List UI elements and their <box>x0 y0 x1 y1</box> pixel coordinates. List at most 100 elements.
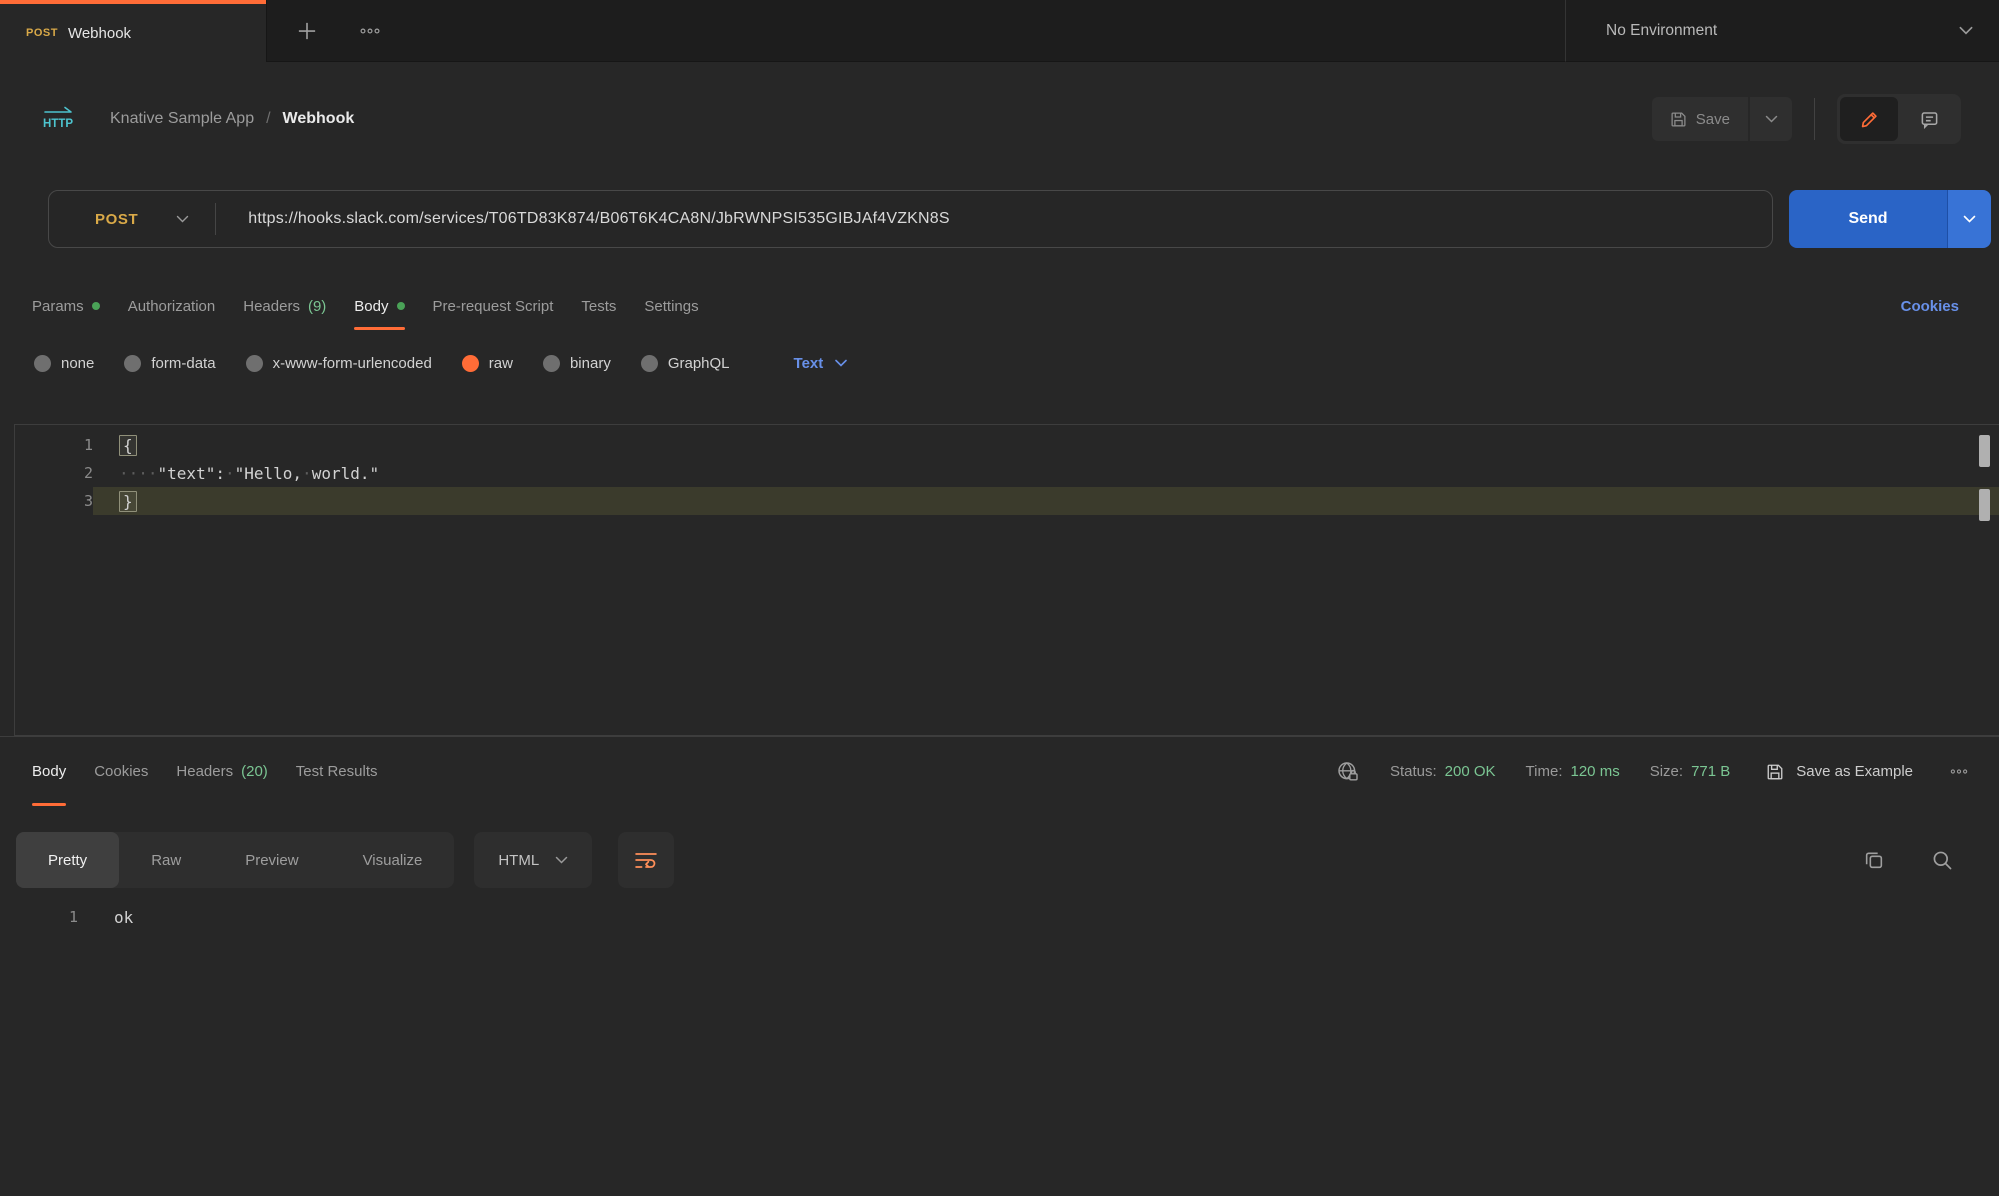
save-as-example-button[interactable]: Save as Example <box>1766 763 1913 781</box>
response-body-viewer[interactable]: 1ok <box>0 902 1999 932</box>
save-icon <box>1766 763 1784 781</box>
view-tab-preview[interactable]: Preview <box>213 832 330 888</box>
tab-label: Headers <box>176 763 233 780</box>
whitespace-dots: · <box>302 464 312 483</box>
network-info-button[interactable] <box>1336 760 1360 784</box>
save-as-example-label: Save as Example <box>1796 763 1913 780</box>
tab-count: (9) <box>308 298 326 315</box>
request-tab-body[interactable]: Body <box>340 282 418 330</box>
send-options-button[interactable] <box>1947 190 1991 248</box>
cookies-link[interactable]: Cookies <box>1901 298 1959 315</box>
comment-icon <box>1920 110 1939 129</box>
body-type-raw[interactable]: raw <box>462 355 513 372</box>
line-number: 2 <box>15 464 93 482</box>
wrap-lines-button[interactable] <box>618 832 674 888</box>
tab-label: Headers <box>243 298 300 315</box>
response-tab-body[interactable]: Body <box>18 737 80 806</box>
whitespace-dots: ···· <box>119 464 158 483</box>
tab-label: Body <box>354 298 388 315</box>
code-line[interactable]: 1{ <box>15 431 1999 459</box>
code-text: world." <box>312 464 379 483</box>
more-options-icon <box>359 27 381 35</box>
environment-selector[interactable]: No Environment <box>1565 0 1999 62</box>
tab-options-button[interactable] <box>359 27 381 35</box>
send-button[interactable]: Send <box>1789 190 1947 248</box>
view-tab-raw[interactable]: Raw <box>119 832 213 888</box>
response-view-tabs: PrettyRawPreviewVisualize <box>16 832 454 888</box>
method-dropdown[interactable]: POST <box>49 211 215 228</box>
send-split-button: Send <box>1789 190 1991 248</box>
tab-strip <box>266 0 1565 62</box>
more-options-icon <box>1949 768 1969 775</box>
body-type-form-data[interactable]: form-data <box>124 355 215 372</box>
request-tabs: Params Authorization Headers (9) Body Pre-req… <box>18 282 1959 330</box>
request-body-editor[interactable]: 1{2····"text":·"Hello,·world."3} <box>14 424 1999 736</box>
view-tab-pretty[interactable]: Pretty <box>16 832 119 888</box>
tab-label: Params <box>32 298 84 315</box>
chevron-down-icon <box>176 215 189 223</box>
response-tab-cookies[interactable]: Cookies <box>80 737 162 806</box>
tab-label: Settings <box>644 298 698 315</box>
tab-label: Tests <box>581 298 616 315</box>
time-label: Time: <box>1526 763 1563 780</box>
save-options-button[interactable] <box>1750 97 1792 141</box>
scrollbar-marker[interactable] <box>1979 489 1990 521</box>
chevron-down-icon <box>1963 215 1976 223</box>
radio-icon <box>462 355 479 372</box>
status-label: Status: <box>1390 763 1437 780</box>
code-content: ····"text":·"Hello,·world." <box>93 459 1999 487</box>
response-tabs: Body Cookies Headers (20) Test Results <box>18 737 392 806</box>
breadcrumb-request-name[interactable]: Webhook <box>283 110 355 128</box>
code-line[interactable]: 2····"text":·"Hello,·world." <box>15 459 1999 487</box>
chevron-down-icon <box>1765 115 1778 123</box>
tab-label: Cookies <box>94 763 148 780</box>
response-tab-test-results[interactable]: Test Results <box>282 737 392 806</box>
request-tab-headers[interactable]: Headers (9) <box>229 282 340 330</box>
response-options-button[interactable] <box>1949 768 1969 775</box>
request-tab-authorization[interactable]: Authorization <box>114 282 230 330</box>
breadcrumb-collection[interactable]: Knative Sample App <box>110 110 254 128</box>
raw-format-value: Text <box>794 355 824 372</box>
chevron-down-icon <box>555 856 568 864</box>
code-content: } <box>93 487 1999 515</box>
tab-label: Body <box>32 763 66 780</box>
chevron-down-icon <box>835 359 847 367</box>
body-type-binary[interactable]: binary <box>543 355 611 372</box>
body-type-none[interactable]: none <box>34 355 94 372</box>
body-type-graphql[interactable]: GraphQL <box>641 355 730 372</box>
request-tab-settings[interactable]: Settings <box>630 282 712 330</box>
line-number: 1 <box>0 908 78 926</box>
request-tab-tests[interactable]: Tests <box>567 282 630 330</box>
response-format-dropdown[interactable]: HTML <box>474 832 592 888</box>
response-toolbar: PrettyRawPreviewVisualize HTML <box>16 832 1953 888</box>
body-type-x-www-form-urlencoded[interactable]: x-www-form-urlencoded <box>246 355 432 372</box>
save-button[interactable]: Save <box>1652 97 1748 141</box>
tab-method-badge: POST <box>26 27 58 39</box>
request-tab-webhook[interactable]: POST Webhook <box>0 0 266 62</box>
view-tab-visualize[interactable]: Visualize <box>331 832 455 888</box>
search-response-button[interactable] <box>1931 849 1953 871</box>
time-pair: Time: 120 ms <box>1526 763 1620 780</box>
copy-response-button[interactable] <box>1863 849 1885 871</box>
time-value: 120 ms <box>1571 763 1620 780</box>
request-tab-pre-request-script[interactable]: Pre-request Script <box>419 282 568 330</box>
status-badge: 200 OK <box>1445 763 1496 780</box>
request-header: HTTP Knative Sample App / Webhook Save <box>0 62 1999 162</box>
scrollbar-marker[interactable] <box>1979 435 1990 467</box>
edit-documentation-button[interactable] <box>1840 97 1898 141</box>
header-actions: Save <box>1652 94 1961 144</box>
tab-label: Test Results <box>296 763 378 780</box>
raw-format-dropdown[interactable]: Text <box>794 355 848 372</box>
code-line[interactable]: 3} <box>15 487 1999 515</box>
tab-count: (20) <box>241 763 268 780</box>
url-input[interactable]: https://hooks.slack.com/services/T06TD83… <box>216 210 1772 228</box>
globe-lock-icon <box>1336 760 1360 784</box>
request-tab-params[interactable]: Params <box>18 282 114 330</box>
code-line[interactable]: 1ok <box>0 902 1999 932</box>
new-tab-button[interactable] <box>297 21 317 41</box>
code-content: { <box>93 431 1999 459</box>
environment-value: No Environment <box>1606 22 1959 40</box>
radio-icon <box>34 355 51 372</box>
response-tab-headers[interactable]: Headers (20) <box>162 737 281 806</box>
comments-button[interactable] <box>1900 97 1958 141</box>
